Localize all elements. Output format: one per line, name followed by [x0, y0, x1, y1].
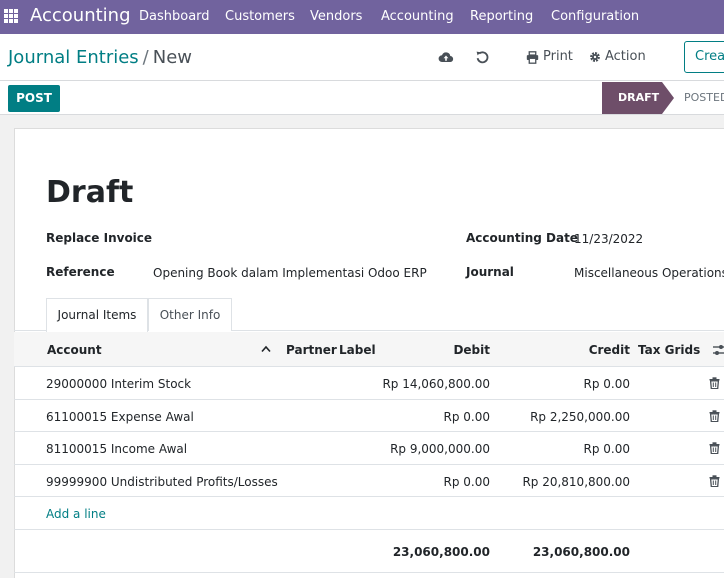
reference-label: Reference	[46, 265, 115, 279]
total-credit: 23,060,800.00	[532, 545, 630, 559]
action-label: Action	[605, 49, 646, 64]
row-divider	[14, 496, 724, 497]
row-1-credit[interactable]: Rp 0.00	[500, 376, 631, 392]
post-button[interactable]: POST	[8, 85, 60, 112]
row-4-debit[interactable]: Rp 0.00	[370, 474, 491, 490]
breadcrumb-separator: /	[142, 47, 149, 68]
menu-reporting[interactable]: Reporting	[470, 9, 533, 25]
breadcrumb-current: New	[152, 47, 193, 68]
print-button[interactable]: Print	[526, 49, 573, 65]
row-divider	[14, 572, 724, 573]
tab-journal-items[interactable]: Journal Items	[46, 298, 148, 332]
gear-icon	[590, 52, 600, 62]
row-divider	[14, 464, 724, 465]
action-button[interactable]: Action	[589, 49, 646, 65]
cloud-upload-icon[interactable]	[438, 49, 454, 65]
control-panel-divider	[0, 80, 724, 81]
row-4-account[interactable]: 99999900 Undistributed Profits/Losses	[46, 474, 278, 490]
journal-label: Journal	[466, 265, 514, 279]
column-account[interactable]: Account	[47, 342, 102, 358]
status-draft[interactable]: DRAFT	[602, 82, 674, 114]
trash-icon[interactable]	[709, 442, 720, 454]
record-title: Draft	[46, 175, 134, 210]
column-settings-icon[interactable]	[712, 343, 724, 357]
row-divider	[14, 431, 724, 432]
journal-field[interactable]: Miscellaneous Operations	[574, 265, 724, 281]
row-2-account[interactable]: 61100015 Expense Awal	[46, 409, 194, 425]
accounting-date-field[interactable]: 11/23/2022	[574, 231, 643, 247]
row-1-debit[interactable]: Rp 14,060,800.00	[370, 376, 490, 392]
apps-grid-icon[interactable]	[4, 9, 18, 23]
column-label[interactable]: Label	[339, 342, 376, 358]
column-tax-grids[interactable]: Tax Grids	[638, 342, 700, 358]
row-1-account[interactable]: 29000000 Interim Stock	[46, 376, 191, 392]
column-credit[interactable]: Credit	[560, 342, 630, 358]
top-navbar: Accounting Dashboard Customers Vendors A…	[0, 0, 724, 34]
tab-other-info[interactable]: Other Info	[148, 298, 232, 331]
menu-configuration[interactable]: Configuration	[551, 9, 639, 25]
row-3-credit[interactable]: Rp 0.00	[500, 441, 631, 457]
replace-invoice-label: Replace Invoice	[46, 231, 153, 245]
row-divider	[14, 529, 724, 530]
undo-icon[interactable]	[474, 49, 490, 65]
row-4-credit[interactable]: Rp 20,810,800.00	[500, 474, 630, 490]
accounting-date-label: Accounting Date	[466, 231, 578, 245]
status-posted[interactable]: POSTED	[684, 82, 724, 114]
app-title[interactable]: Accounting	[30, 5, 131, 27]
trash-icon[interactable]	[709, 475, 720, 487]
trash-icon[interactable]	[709, 377, 720, 389]
menu-vendors[interactable]: Vendors	[310, 9, 362, 25]
row-3-account[interactable]: 81100015 Income Awal	[46, 441, 187, 457]
sort-asc-icon[interactable]	[261, 345, 271, 353]
row-divider	[14, 399, 724, 400]
column-debit[interactable]: Debit	[420, 342, 490, 358]
total-debit: 23,060,800.00	[392, 545, 490, 559]
column-partner[interactable]: Partner	[286, 342, 337, 358]
row-2-credit[interactable]: Rp 2,250,000.00	[500, 409, 630, 425]
print-icon	[526, 50, 539, 64]
row-2-debit[interactable]: Rp 0.00	[370, 409, 491, 425]
breadcrumb-journal-entries[interactable]: Journal Entries	[8, 47, 139, 68]
trash-icon[interactable]	[709, 410, 720, 422]
menu-accounting[interactable]: Accounting	[381, 9, 454, 25]
reference-field[interactable]: Opening Book dalam Implementasi Odoo ERP	[153, 265, 427, 281]
menu-customers[interactable]: Customers	[225, 9, 295, 25]
print-label: Print	[543, 49, 573, 64]
add-line-link[interactable]: Add a line	[46, 506, 106, 522]
menu-dashboard[interactable]: Dashboard	[139, 9, 210, 25]
breadcrumb: Journal Entries / New	[8, 47, 192, 69]
row-3-debit[interactable]: Rp 9,000,000.00	[370, 441, 490, 457]
create-button[interactable]: Create	[684, 41, 724, 73]
